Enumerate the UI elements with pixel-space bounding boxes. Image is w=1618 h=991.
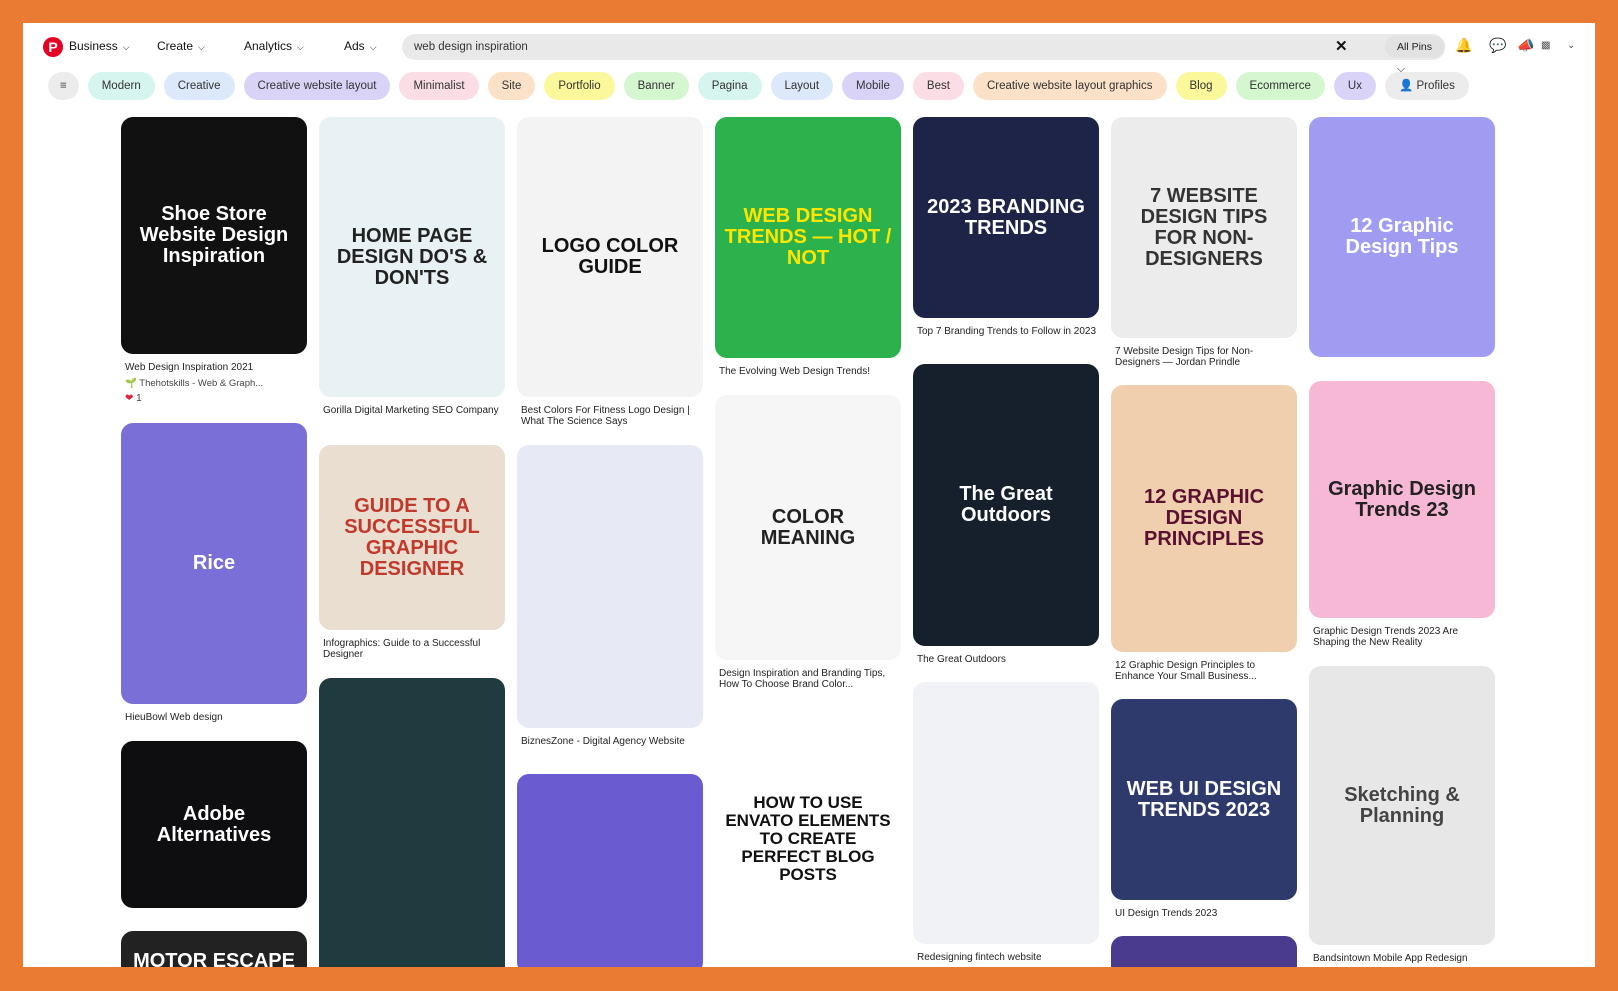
filter-chip-best[interactable]: Best [912, 72, 964, 100]
filter-chip-creative[interactable]: Creative [163, 72, 235, 100]
pin-author[interactable]: 🌱 Thehotskills - Web & Graph... [125, 378, 263, 389]
nav-analytics[interactable]: Analytics ⌵ [244, 39, 304, 53]
filter-chip-modern[interactable]: Modern [87, 72, 155, 100]
pin-image[interactable]: 7 WEBSITE DESIGN TIPS FOR NON-DESIGNERS [1111, 117, 1297, 338]
pin-caption[interactable]: Bandsintown Mobile App Redesign [1313, 953, 1493, 964]
pin-caption[interactable]: 7 Website Design Tips for Non-Designers … [1115, 346, 1295, 368]
filter-chip-mobile[interactable]: Mobile [842, 72, 904, 100]
nav-ads[interactable]: Ads ⌵ [344, 39, 377, 53]
pin-image[interactable]: MOTOR ESCAPE [121, 931, 307, 967]
sliders-icon[interactable]: ≡ [48, 72, 79, 100]
pinterest-logo[interactable]: P [43, 37, 63, 57]
pin-caption[interactable]: Graphic Design Trends 2023 Are Shaping t… [1313, 626, 1493, 648]
pin-image[interactable]: 12 Graphic Design Tips [1309, 117, 1495, 357]
pin-image[interactable] [913, 682, 1099, 944]
scope-label: All Pins [1397, 41, 1433, 53]
nav-label: Ads [344, 39, 365, 53]
pin-image[interactable]: LOGO COLOR GUIDE [517, 117, 703, 397]
pin-image[interactable]: COLOR MEANING [715, 395, 901, 660]
pin-caption[interactable]: The Great Outdoors [917, 654, 1097, 665]
pin-image[interactable] [517, 774, 703, 967]
pin-image[interactable]: Sketching & Planning [1309, 666, 1495, 945]
filter-chip-ux[interactable]: Ux [1333, 72, 1376, 100]
pin-image[interactable]: 2023 BRANDING TRENDS [913, 117, 1099, 318]
nav-create[interactable]: Create ⌵ [157, 39, 205, 53]
pin-image[interactable] [319, 678, 505, 967]
bell-icon[interactable]: 🔔 [1455, 37, 1472, 54]
chevron-down-icon: ⌵ [198, 42, 205, 52]
filter-chips: ≡ Modern Creative Creative website layout M… [48, 72, 1469, 100]
pin-caption[interactable]: Web Design Inspiration 2021 [125, 362, 305, 373]
search-scope-select[interactable]: All Pins ⌵ [1385, 36, 1445, 75]
like-count: ❤ 1 [125, 393, 142, 404]
pin-caption[interactable]: Best Colors For Fitness Logo Design | Wh… [521, 405, 701, 427]
pin-caption[interactable]: Top 7 Branding Trends to Follow in 2023 [917, 326, 1097, 337]
pin-caption[interactable]: BiznesZone - Digital Agency Website [521, 736, 701, 747]
pin-caption[interactable]: Redesigning fintech website [917, 952, 1097, 963]
nav-label: Analytics [244, 39, 293, 53]
pin-image[interactable]: 12 GRAPHIC DESIGN PRINCIPLES [1111, 385, 1297, 652]
pinterest-window: P Business ⌵ Create ⌵ Analytics ⌵ Ads ⌵ ✕ Al… [23, 23, 1595, 967]
search-bar: ✕ All Pins ⌵ [402, 34, 1445, 75]
chevron-down-icon[interactable]: ⌄ [1567, 40, 1575, 51]
nav-label: Business [69, 39, 118, 53]
chevron-down-icon: ⌵ [369, 42, 377, 52]
pin-image[interactable]: HOME PAGE DESIGN DO'S & DON'TS [319, 117, 505, 397]
filter-chip-banner[interactable]: Banner [623, 72, 689, 100]
pin-image[interactable]: Adobe Alternatives [121, 741, 307, 908]
nav-business[interactable]: Business ⌵ [69, 39, 130, 53]
pin-image[interactable]: Shoe Store Website Design Inspiration [121, 117, 307, 354]
chat-icon[interactable]: 💬 [1489, 37, 1506, 54]
chevron-down-icon: ⌵ [297, 42, 304, 52]
filter-chip-site[interactable]: Site [487, 72, 536, 100]
filter-chip-layout[interactable]: Layout [770, 72, 834, 100]
pin-caption[interactable]: The Evolving Web Design Trends! [719, 366, 899, 377]
filter-chip-minimalist[interactable]: Minimalist [399, 72, 479, 100]
top-bar: P Business ⌵ Create ⌵ Analytics ⌵ Ads ⌵ ✕ Al… [23, 33, 1595, 75]
filter-chip-creative-website-layout[interactable]: Creative website layout [243, 72, 391, 100]
pin-caption[interactable]: UI Design Trends 2023 [1115, 908, 1295, 919]
pin-image[interactable]: GUIDE TO A SUCCESSFUL GRAPHIC DESIGNER [319, 445, 505, 630]
filter-chip-blog[interactable]: Blog [1175, 72, 1227, 100]
pin-image[interactable]: Rice [121, 423, 307, 704]
filter-chip-portfolio[interactable]: Portfolio [544, 72, 615, 100]
pin-image[interactable] [517, 445, 703, 728]
pin-image[interactable] [1111, 936, 1297, 967]
pin-image[interactable]: The Great Outdoors [913, 364, 1099, 646]
pin-image[interactable]: WEB DESIGN TRENDS — HOT / NOT [715, 117, 901, 358]
pin-caption[interactable]: Infographics: Guide to a Successful Desi… [323, 638, 503, 660]
pin-caption[interactable]: Design Inspiration and Branding Tips, Ho… [719, 668, 899, 690]
pin-image[interactable]: WEB UI DESIGN TRENDS 2023 [1111, 699, 1297, 900]
account-icon[interactable]: ▩ [1541, 40, 1550, 51]
filter-chip-ecommerce[interactable]: Ecommerce [1235, 72, 1325, 100]
search-input[interactable] [414, 38, 1264, 56]
chevron-down-icon: ⌵ [122, 42, 130, 52]
pin-caption[interactable]: Gorilla Digital Marketing SEO Company [323, 405, 503, 416]
nav-label: Create [157, 39, 194, 53]
pin-image[interactable]: Graphic Design Trends 23 [1309, 381, 1495, 618]
filter-chip-creative-website-layout-graphics[interactable]: Creative website layout graphics [972, 72, 1167, 100]
pin-caption[interactable]: HieuBowl Web design [125, 712, 305, 723]
pin-caption[interactable]: 12 Graphic Design Principles to Enhance … [1115, 660, 1295, 682]
megaphone-icon[interactable]: 📣 [1517, 37, 1534, 54]
close-icon[interactable]: ✕ [1335, 37, 1348, 55]
filter-chip-pagina[interactable]: Pagina [697, 72, 762, 100]
pin-image[interactable]: HOW TO USE ENVATO ELEMENTS TO CREATE PER… [715, 709, 901, 967]
filter-chip-profiles[interactable]: 👤 Profiles [1384, 72, 1469, 100]
